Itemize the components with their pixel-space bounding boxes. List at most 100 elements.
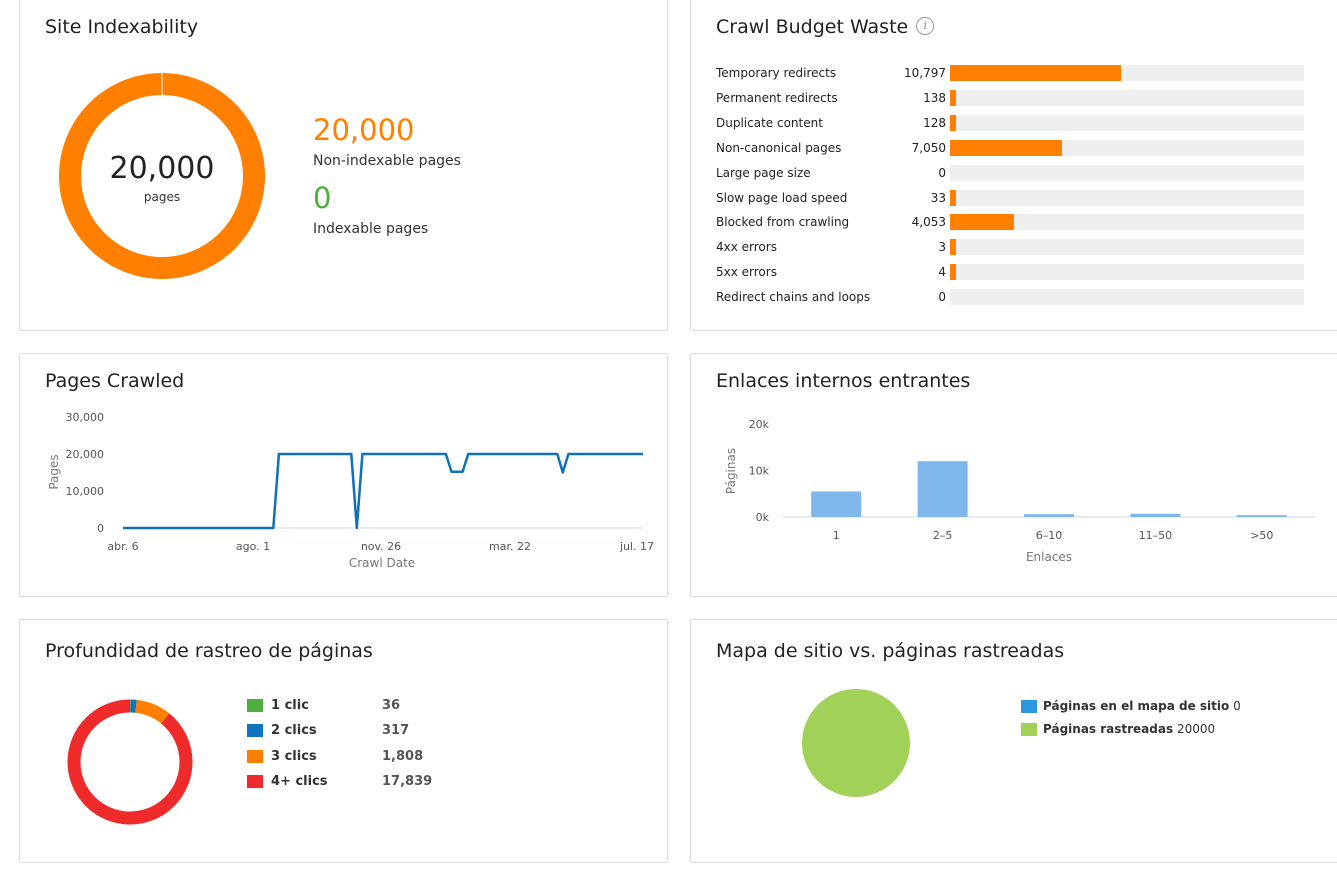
crawl-budget-bar-track	[950, 214, 1304, 231]
sitemap-title: Mapa de sitio vs. páginas rastreadas	[716, 640, 1065, 662]
crawl-budget-row[interactable]: Permanent redirects 138	[716, 89, 1304, 106]
legend-label: Páginas en el mapa de sitio	[1043, 699, 1230, 713]
depth-legend-item[interactable]: 2 clics 317	[247, 723, 447, 739]
crawl-budget-row-value: 138	[923, 90, 946, 105]
x-tick-label: 2–5	[933, 529, 953, 542]
crawl-budget-row-value: 0	[938, 165, 946, 180]
crawl-budget-row-label: Large page size	[716, 165, 811, 180]
legend-value: 1,808	[382, 748, 424, 764]
crawl-budget-bar-track	[950, 239, 1304, 256]
crawl-budget-row-label: Non-canonical pages	[716, 140, 842, 155]
x-tick-label: nov. 26	[361, 540, 401, 553]
crawl-budget-row[interactable]: Non-canonical pages 7,050	[716, 139, 1304, 156]
x-axis-title: Crawl Date	[349, 556, 415, 570]
depth-legend-item[interactable]: 3 clics 1,808	[247, 749, 447, 765]
crawl-budget-row[interactable]: Redirect chains and loops 0	[716, 289, 1304, 306]
crawl-budget-row-value: 3	[938, 240, 946, 255]
crawl-budget-row-value: 33	[930, 190, 946, 205]
crawl-budget-bar-track	[950, 65, 1304, 81]
y-axis-title: Páginas	[724, 448, 738, 494]
legend-swatch	[247, 749, 263, 763]
legend-label: 4+ clics	[271, 773, 328, 789]
legend-label: 3 clics	[271, 748, 317, 764]
donut-unit: pages	[143, 190, 181, 204]
crawl-budget-row[interactable]: Duplicate content 128	[716, 114, 1304, 131]
sitemap-pie[interactable]	[796, 683, 916, 803]
y-tick-label: 10k	[749, 465, 770, 478]
y-tick-label: 10,000	[66, 485, 105, 498]
crawl-budget-row-label: Slow page load speed	[716, 190, 848, 205]
enlaces-bar[interactable]	[1024, 514, 1074, 517]
y-tick-label: 20k	[749, 418, 770, 431]
crawl-budget-bar	[950, 139, 1062, 156]
crawl-budget-row[interactable]: Blocked from crawling 4,053	[716, 214, 1304, 231]
site-indexability-title: Site Indexability	[45, 16, 199, 38]
pages-crawled-line[interactable]	[123, 452, 643, 530]
legend-swatch	[247, 724, 263, 738]
crawl-budget-bar	[950, 214, 1015, 231]
crawl-budget-bar	[950, 89, 956, 106]
y-tick-label: 0k	[756, 511, 770, 524]
profundidad-title: Profundidad de rastreo de páginas	[45, 640, 373, 662]
depth-slice[interactable]	[67, 699, 193, 825]
profundidad-card: Profundidad de rastreo de páginas 1 clic…	[19, 619, 668, 863]
non-indexable-label: Non-indexable pages	[313, 153, 461, 169]
crawl-budget-row-label: Redirect chains and loops	[716, 290, 871, 305]
crawl-budget-row-value: 4	[938, 265, 946, 280]
crawl-budget-row[interactable]: Slow page load speed 33	[716, 189, 1304, 206]
depth-legend-item[interactable]: 1 clic 36	[247, 698, 447, 714]
enlaces-bar[interactable]	[917, 461, 968, 517]
x-tick-label: >50	[1250, 529, 1273, 542]
crawl-budget-row[interactable]: 5xx errors 4	[716, 264, 1304, 281]
legend-value: 17,839	[382, 773, 433, 789]
indexable-label: Indexable pages	[313, 221, 429, 237]
crawl-budget-row-value: 7,050	[911, 140, 946, 155]
crawl-budget-title: Crawl Budget Waste i	[716, 16, 935, 38]
crawl-budget-row-label: 5xx errors	[716, 265, 777, 280]
crawl-budget-row-value: 0	[938, 290, 946, 305]
y-tick-label: 30,000	[66, 411, 105, 424]
enlaces-bar[interactable]	[1236, 515, 1287, 517]
crawl-budget-row[interactable]: Temporary redirects 10,797	[716, 65, 1304, 81]
legend-swatch	[247, 699, 263, 712]
crawl-budget-row-label: 4xx errors	[716, 240, 777, 255]
crawl-budget-title-text: Crawl Budget Waste	[716, 16, 909, 38]
crawled-pages-slice	[802, 689, 910, 797]
crawl-budget-row-value: 4,053	[911, 215, 946, 230]
y-tick-label: 0	[97, 522, 104, 535]
crawl-budget-row-label: Duplicate content	[716, 115, 823, 130]
enlaces-chart: 0k 10k 20k 1 2–5 6–10 11–50 >50 Enlaces Páginas	[724, 418, 1315, 564]
depth-legend-item[interactable]: 4+ clics 17,839	[247, 774, 447, 790]
crawl-budget-row[interactable]: 4xx errors 3	[716, 239, 1304, 256]
legend-value: 317	[382, 723, 410, 739]
legend-value: 20000	[1173, 722, 1216, 736]
site-indexability-card: Site Indexability 20,000 pages 20,000 No…	[19, 0, 668, 331]
crawl-budget-row[interactable]: Large page size 0	[716, 164, 1304, 181]
sitemap-legend-item[interactable]: Páginas rastreadas 20000	[1021, 722, 1281, 738]
x-tick-label: 6–10	[1036, 529, 1063, 542]
legend-label: 1 clic	[271, 698, 309, 713]
sitemap-card: Mapa de sitio vs. páginas rastreadas Pág…	[690, 619, 1337, 863]
crawl-budget-bar	[950, 189, 956, 206]
enlaces-bar[interactable]	[811, 491, 862, 517]
crawl-budget-row-label: Temporary redirects	[716, 66, 837, 80]
profundidad-donut[interactable]	[60, 692, 200, 832]
crawl-budget-row-label: Permanent redirects	[716, 90, 838, 105]
legend-swatch	[1021, 700, 1037, 713]
crawl-budget-bar-track	[950, 89, 1304, 106]
x-tick-label: 1	[833, 529, 840, 542]
info-icon[interactable]: i	[916, 16, 935, 35]
indexable-value[interactable]: 0	[313, 181, 331, 215]
x-tick-label: abr. 6	[107, 540, 138, 553]
non-indexable-value[interactable]: 20,000	[313, 113, 414, 147]
pages-crawled-card: Pages Crawled 0 10,000 20,000 30,000 abr. 6a…	[19, 353, 668, 597]
crawl-budget-row-value: 128	[923, 115, 946, 130]
enlaces-card: Enlaces internos entrantes 0k 10k 20k 1 2–5 6…	[690, 353, 1337, 597]
x-tick-label: jul. 17	[619, 540, 654, 553]
crawl-budget-card: Crawl Budget Waste i Temporary redirects 1…	[690, 0, 1337, 331]
sitemap-legend-item[interactable]: Páginas en el mapa de sitio 0	[1021, 699, 1281, 715]
pages-crawled-chart: 0 10,000 20,000 30,000 abr. 6 ago. 1 nov. 26 ma…	[47, 411, 654, 570]
x-tick-label: ago. 1	[236, 540, 270, 553]
enlaces-bar[interactable]	[1130, 513, 1181, 517]
crawl-budget-bar	[950, 65, 1122, 81]
